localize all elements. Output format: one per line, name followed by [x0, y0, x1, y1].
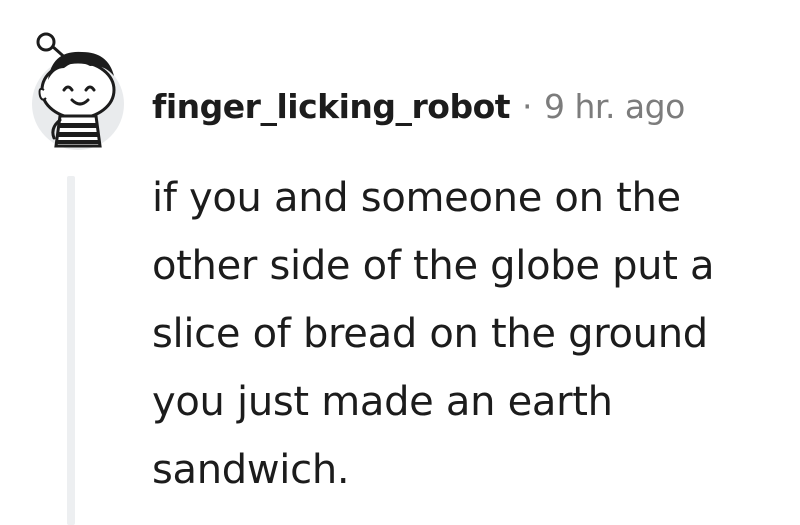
meta-separator: ·: [522, 86, 533, 126]
comment-text-line: if you and someone on the: [152, 175, 681, 221]
snoo-avatar-icon: [32, 32, 124, 150]
comment-text-line: sandwich.: [152, 447, 350, 493]
comment-body: if you and someone on the other side of …: [152, 164, 782, 504]
user-avatar[interactable]: [30, 28, 126, 152]
comment-author-link[interactable]: finger_licking_robot: [152, 87, 511, 126]
thread-collapse-line[interactable]: [67, 176, 75, 525]
comment-text-line: you just made an earth: [152, 379, 613, 425]
comment-text-line: slice of bread on the ground: [152, 311, 708, 357]
comment-timestamp[interactable]: 9 hr. ago: [544, 87, 685, 126]
comment-text-line: other side of the globe put a: [152, 243, 715, 289]
comment-meta: finger_licking_robot · 9 hr. ago: [152, 84, 685, 128]
